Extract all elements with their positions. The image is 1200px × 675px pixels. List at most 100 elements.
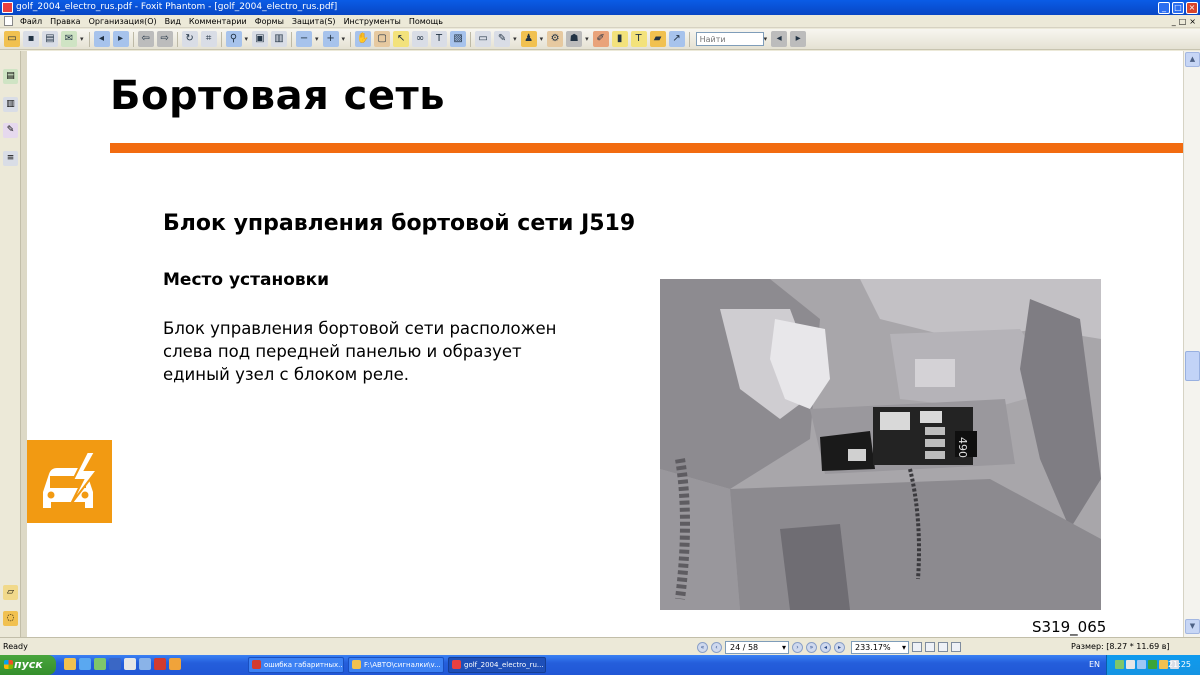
taskbar-button[interactable]: ошибка габаритных... <box>248 657 344 673</box>
crop-icon[interactable]: ⌗ <box>200 31 217 47</box>
snapshot-icon[interactable]: ▢ <box>374 31 391 47</box>
quicklaunch-icon[interactable] <box>64 658 76 670</box>
language-indicator[interactable]: EN <box>1089 655 1100 675</box>
media-icon[interactable] <box>124 658 136 670</box>
menu-protect[interactable]: Защита(S) <box>288 15 340 28</box>
volume-icon[interactable] <box>1137 660 1146 669</box>
typewriter-dropdown-icon[interactable]: ▾ <box>513 35 517 43</box>
edit-icon[interactable]: ✐ <box>592 31 609 47</box>
paperclip-icon[interactable]: ◌ <box>3 611 18 626</box>
zoom-in-dropdown-icon[interactable]: ▾ <box>342 35 346 43</box>
rotate-icon[interactable]: ↻ <box>181 31 198 47</box>
explorer-icon[interactable] <box>94 658 106 670</box>
fit-page-icon[interactable]: ▣ <box>252 31 269 47</box>
menu-comments[interactable]: Комментарии <box>185 15 251 28</box>
save-icon[interactable]: ▪ <box>23 31 39 47</box>
opera-icon[interactable] <box>154 658 166 670</box>
firefox-icon[interactable] <box>169 658 181 670</box>
previous-view-icon[interactable]: ◂ <box>93 31 110 47</box>
attach-icon[interactable]: ⚙ <box>547 31 564 47</box>
image-select-icon[interactable]: ▧ <box>450 31 467 47</box>
email-dropdown-icon[interactable]: ▾ <box>80 35 84 43</box>
textbox-icon[interactable]: T <box>630 31 647 47</box>
network-icon[interactable] <box>1115 660 1124 669</box>
lock-icon[interactable]: ☗ <box>566 31 583 47</box>
layers-panel-icon[interactable]: ≡ <box>3 151 18 166</box>
maximize-button[interactable]: □ <box>1172 1 1184 14</box>
desktop-icon[interactable] <box>109 658 121 670</box>
attachments-panel-icon[interactable]: ▱ <box>3 585 18 600</box>
next-page-icon[interactable]: › <box>792 641 803 653</box>
tray-app-icon[interactable] <box>1159 660 1168 669</box>
menu-organize[interactable]: Организация(О) <box>85 15 161 28</box>
tray-app-icon[interactable] <box>1148 660 1157 669</box>
doc-close-button[interactable]: × <box>1189 15 1196 28</box>
previous-page-icon[interactable]: ‹ <box>711 641 722 653</box>
start-button[interactable]: пуск <box>0 655 56 675</box>
menu-help[interactable]: Помощь <box>405 15 447 28</box>
continuous-facing-icon[interactable] <box>951 642 961 652</box>
pencil-icon[interactable]: ↗ <box>668 31 685 47</box>
menu-file[interactable]: Файл <box>16 15 46 28</box>
highlight-icon[interactable]: ▮ <box>611 31 628 47</box>
taskbar-button-active[interactable]: golf_2004_electro_ru... <box>448 657 546 673</box>
hand-tool-icon[interactable]: ✋ <box>355 31 372 47</box>
stamp-icon[interactable]: ♟ <box>520 31 537 47</box>
zoom-in-icon[interactable]: + <box>322 31 339 47</box>
menu-view[interactable]: Вид <box>161 15 185 28</box>
open-icon[interactable]: ▭ <box>4 31 20 47</box>
email-icon[interactable]: ✉ <box>61 31 77 47</box>
menu-edit[interactable]: Правка <box>46 15 84 28</box>
close-button[interactable]: × <box>1186 1 1198 14</box>
select-tool-icon[interactable]: ↖ <box>393 31 410 47</box>
scroll-up-icon[interactable]: ▲ <box>1185 52 1200 67</box>
page-dropdown-icon[interactable]: ▾ <box>782 642 786 653</box>
zoom-dropdown-icon[interactable]: ▾ <box>902 642 906 653</box>
lock-dropdown-icon[interactable]: ▾ <box>585 35 589 43</box>
find-next-icon[interactable]: ▸ <box>790 31 807 47</box>
comments-panel-icon[interactable]: ✎ <box>3 123 18 138</box>
facing-pages-icon[interactable] <box>938 642 948 652</box>
first-page-icon[interactable]: « <box>697 641 708 653</box>
scroll-thumb[interactable] <box>1185 351 1200 381</box>
doc-minimize-button[interactable]: _ <box>1172 15 1176 28</box>
antivirus-icon[interactable] <box>1126 660 1135 669</box>
next-view-icon[interactable]: ▸ <box>112 31 129 47</box>
doc-restore-button[interactable]: □ <box>1179 15 1187 28</box>
minimize-button[interactable]: _ <box>1158 1 1170 14</box>
browser-icon[interactable] <box>79 658 91 670</box>
pages-panel-icon[interactable]: ▤ <box>3 69 18 84</box>
find-previous-icon[interactable]: ◂ <box>771 31 788 47</box>
bookmarks-panel-icon[interactable]: ▥ <box>3 97 18 112</box>
stamp-dropdown-icon[interactable]: ▾ <box>540 35 544 43</box>
last-page-icon[interactable]: » <box>806 641 817 653</box>
save-icon[interactable] <box>139 658 151 670</box>
binoculars-icon[interactable]: ∞ <box>412 31 429 47</box>
zoom-dropdown-icon[interactable]: ▾ <box>245 35 249 43</box>
print-icon[interactable]: ▤ <box>42 31 58 47</box>
zoom-out-dropdown-icon[interactable]: ▾ <box>315 35 319 43</box>
fit-width-icon[interactable]: ▥ <box>271 31 288 47</box>
vertical-scrollbar[interactable]: ▲ ▼ <box>1183 51 1200 637</box>
single-page-icon[interactable] <box>912 642 922 652</box>
document-icon <box>4 16 13 26</box>
continuous-page-icon[interactable] <box>925 642 935 652</box>
go-forward-icon[interactable]: ▸ <box>834 641 845 653</box>
menu-forms[interactable]: Формы <box>251 15 288 28</box>
menu-tools[interactable]: Инструменты <box>340 15 405 28</box>
text-select-icon[interactable]: T <box>431 31 448 47</box>
search-dropdown-icon[interactable]: ▾ <box>764 35 768 43</box>
page-number-field[interactable]: 24 / 58 ▾ <box>725 640 789 654</box>
go-back-icon[interactable]: ◂ <box>820 641 831 653</box>
typewriter-icon[interactable]: ✎ <box>494 31 511 47</box>
form-field-icon[interactable]: ▭ <box>475 31 492 47</box>
note-icon[interactable]: ▰ <box>649 31 666 47</box>
zoom-field[interactable]: 233.17% ▾ <box>851 640 909 654</box>
scroll-down-icon[interactable]: ▼ <box>1185 619 1200 634</box>
zoom-icon[interactable]: ⚲ <box>225 31 242 47</box>
search-input[interactable] <box>695 32 764 46</box>
taskbar-button[interactable]: F:\АВТО\сигналки\v... <box>348 657 444 673</box>
back-arrow-icon[interactable]: ⇦ <box>137 31 154 47</box>
zoom-out-icon[interactable]: − <box>296 31 313 47</box>
forward-arrow-icon[interactable]: ⇨ <box>156 31 173 47</box>
